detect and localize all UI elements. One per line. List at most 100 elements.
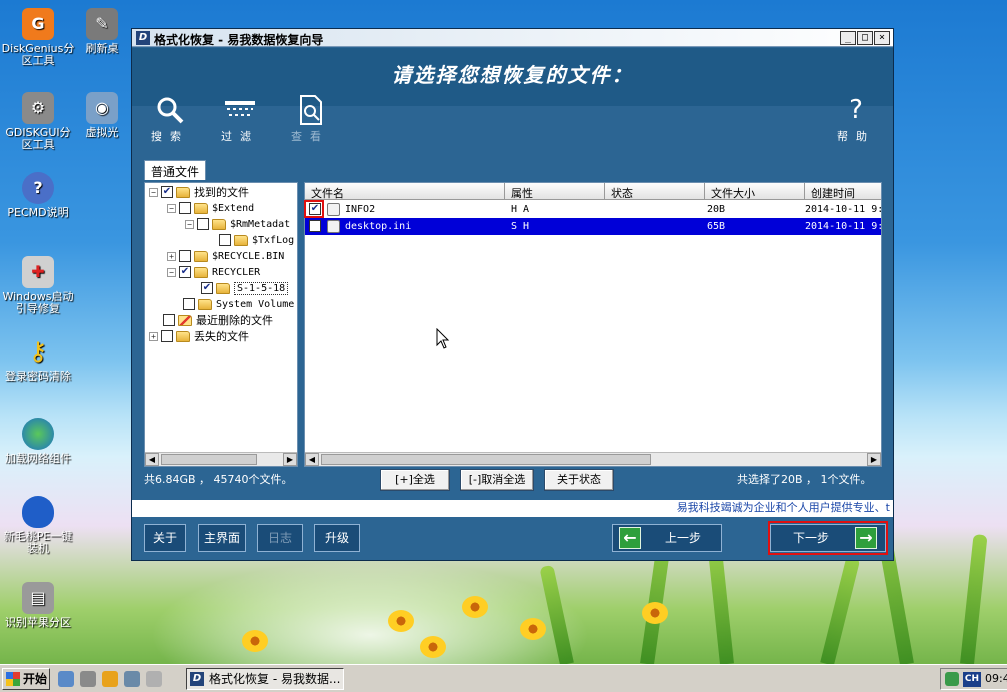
column-header-created[interactable]: 创建时间: [811, 185, 855, 201]
tree-checkbox[interactable]: [179, 250, 191, 262]
start-button[interactable]: 开始: [2, 668, 50, 690]
tree-node-recent-deleted[interactable]: 最近删除的文件: [163, 312, 273, 328]
scroll-left-arrow-icon[interactable]: ◀: [145, 453, 159, 466]
folder-icon: [194, 266, 208, 278]
view-tool-button[interactable]: 查看: [280, 92, 340, 144]
quicklaunch-eraser-icon[interactable]: [146, 671, 162, 687]
collapse-icon[interactable]: −: [185, 219, 194, 229]
first-aid-icon: ✚: [22, 256, 54, 288]
tree-horizontal-scrollbar[interactable]: ◀ ▶: [145, 452, 297, 466]
about-state-button[interactable]: 关于状态: [544, 469, 614, 491]
about-button[interactable]: 关于: [144, 524, 186, 552]
search-tool-label: 搜索: [151, 130, 189, 143]
filter-tool-button[interactable]: 过滤: [210, 92, 270, 144]
collapse-icon[interactable]: −: [167, 267, 176, 277]
title-bar[interactable]: D 格式化恢复 - 易我数据恢复向导 _ □ ×: [132, 29, 893, 47]
tree-checkbox[interactable]: [197, 218, 209, 230]
log-button[interactable]: 日志: [257, 524, 303, 552]
language-indicator[interactable]: CH: [963, 672, 981, 687]
quicklaunch-explorer-icon[interactable]: [58, 671, 74, 687]
quicklaunch-folder-icon[interactable]: [102, 671, 118, 687]
marquee-text: 易我科技竭诚为企业和个人用户提供专业、t: [132, 500, 893, 517]
window-title: 格式化恢复 - 易我数据恢复向导: [154, 33, 324, 47]
tree-node-extend[interactable]: − $Extend: [167, 200, 254, 216]
filter-tool-label: 过滤: [221, 130, 259, 143]
refresh-desktop-icon: ✎: [86, 8, 118, 40]
taskbar-window-button[interactable]: D 格式化恢复 - 易我数据...: [186, 668, 344, 690]
desktop-icon-boot-repair[interactable]: ✚ Windows启动引导修复: [0, 256, 76, 315]
banner-title: 请选择您想恢复的文件：: [391, 63, 634, 87]
folder-icon: [176, 330, 190, 342]
desktop-icon-diskgenius[interactable]: G DiskGenius分区工具: [0, 8, 76, 67]
scroll-right-arrow-icon[interactable]: ▶: [283, 453, 297, 466]
key-icon: ⚷: [28, 337, 48, 367]
scroll-left-arrow-icon[interactable]: ◀: [305, 453, 319, 466]
quicklaunch-display-icon[interactable]: [124, 671, 140, 687]
tree-node-lost-files[interactable]: + 丢失的文件: [149, 328, 249, 344]
expand-icon[interactable]: +: [167, 251, 176, 261]
folder-icon: [194, 202, 208, 214]
column-header-state[interactable]: 状态: [611, 185, 633, 201]
tree-node-recycle-bin[interactable]: + $RECYCLE.BIN: [167, 248, 284, 264]
scroll-right-arrow-icon[interactable]: ▶: [867, 453, 881, 466]
folder-icon: [216, 282, 230, 294]
maximize-button[interactable]: □: [857, 31, 873, 45]
desktop-icon-gdiskgui[interactable]: ⚙ GDISKGUI分区工具: [0, 92, 76, 151]
desktop-icon-install[interactable]: 新毛桃PE一键装机: [0, 496, 76, 555]
tray-network-icon[interactable]: [945, 672, 959, 686]
file-row-selected[interactable]: desktop.ini S H 65B 2014-10-11 9:: [305, 218, 881, 235]
tree-checkbox[interactable]: [179, 202, 191, 214]
file-list[interactable]: 文件名 属性 状态 文件大小 创建时间 ✔ INFO2 H A 20B 2014…: [304, 182, 882, 467]
tree-checkbox[interactable]: [163, 314, 175, 326]
tree-node-s-1-5-18[interactable]: ✔ S-1-5-18: [201, 280, 289, 296]
collapse-icon[interactable]: −: [167, 203, 176, 213]
help-tool-button[interactable]: ? 帮助: [826, 92, 886, 144]
grass-blade: [707, 543, 734, 665]
search-tool-button[interactable]: 搜索: [140, 92, 200, 144]
expand-icon[interactable]: +: [149, 331, 158, 341]
desktop-icon-pecmd[interactable]: ? PECMD说明: [0, 172, 76, 219]
globe-icon: [22, 418, 54, 450]
deleted-folder-icon: [178, 314, 192, 326]
file-row[interactable]: ✔ INFO2 H A 20B 2014-10-11 9:: [305, 201, 881, 218]
close-button[interactable]: ×: [874, 31, 890, 45]
column-header-size[interactable]: 文件大小: [711, 185, 755, 201]
desktop-icon-apple-partition[interactable]: ▤ 识别苹果分区: [0, 582, 76, 629]
clock[interactable]: 09:4: [985, 672, 1007, 685]
desktop-icon-password-clear[interactable]: ⚷ 登录密码清除: [0, 336, 76, 383]
tree-checkbox[interactable]: [219, 234, 231, 246]
gdiskgui-icon: ⚙: [22, 92, 54, 124]
deselect-all-button[interactable]: [-]取消全选: [460, 469, 534, 491]
list-horizontal-scrollbar[interactable]: ◀ ▶: [305, 452, 881, 466]
prev-step-button[interactable]: ← 上一步: [612, 524, 722, 552]
column-header-name[interactable]: 文件名: [311, 185, 344, 201]
quicklaunch-tool-icon[interactable]: [80, 671, 96, 687]
desktop-icon-refresh[interactable]: ✎ 刷新桌: [72, 8, 132, 55]
tree-checkbox[interactable]: ✔: [179, 266, 191, 278]
flower: [520, 618, 546, 640]
collapse-icon[interactable]: −: [149, 187, 158, 197]
desktop-icon-network[interactable]: 加载网络组件: [0, 418, 76, 465]
file-checkbox[interactable]: [309, 220, 321, 232]
tree-node-system-volume[interactable]: System Volume: [183, 296, 294, 312]
select-all-button[interactable]: [+]全选: [380, 469, 450, 491]
tree-checkbox[interactable]: [161, 330, 173, 342]
tree-checkbox[interactable]: ✔: [201, 282, 213, 294]
main-menu-button[interactable]: 主界面: [198, 524, 246, 552]
tree-checkbox[interactable]: [183, 298, 195, 310]
desktop-icon-virtual-drive[interactable]: ◉ 虚拟光: [72, 92, 132, 139]
column-header-attr[interactable]: 属性: [511, 185, 533, 201]
upgrade-button[interactable]: 升级: [314, 524, 360, 552]
scroll-thumb[interactable]: [161, 454, 257, 465]
help-icon: ?: [849, 95, 863, 125]
tree-node-rmmetadata[interactable]: − $RmMetadat: [185, 216, 290, 232]
tree-node-recycler[interactable]: − ✔ RECYCLER: [167, 264, 260, 280]
tree-node-txflog[interactable]: $TxfLog: [219, 232, 294, 248]
minimize-button[interactable]: _: [840, 31, 856, 45]
tree-node-found[interactable]: − ✔ 找到的文件: [149, 184, 249, 200]
folder-tree[interactable]: − ✔ 找到的文件 − $Extend − $RmMetadat $TxfLog…: [144, 182, 298, 467]
tree-checkbox[interactable]: ✔: [161, 186, 173, 198]
scroll-thumb[interactable]: [321, 454, 651, 465]
tab-normal-files[interactable]: 普通文件: [144, 160, 207, 180]
help-circle-icon: ?: [22, 172, 54, 204]
